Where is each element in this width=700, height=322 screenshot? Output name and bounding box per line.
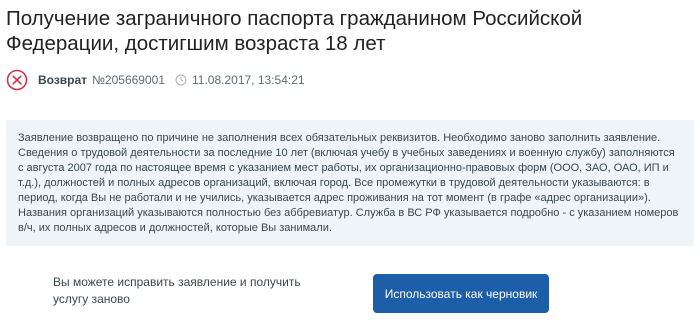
clock-icon [175, 74, 187, 86]
x-circle-icon [6, 69, 28, 91]
status-badge: Возврат [38, 73, 88, 87]
return-reason-notice: Заявление возвращено по причине не запол… [6, 120, 694, 246]
page-title: Получение заграничного паспорта граждани… [6, 7, 583, 55]
use-as-draft-button[interactable]: Использовать как черновик [373, 274, 549, 313]
resubmit-hint: Вы можете исправить заявление и получить… [53, 275, 301, 306]
application-status-row: Возврат №205669001 11.08.2017, 13:54:21 [6, 68, 305, 92]
application-number: №205669001 [92, 73, 165, 87]
application-datetime: 11.08.2017, 13:54:21 [192, 73, 305, 87]
return-reason-text: Заявление возвращено по причине не запол… [18, 132, 679, 234]
